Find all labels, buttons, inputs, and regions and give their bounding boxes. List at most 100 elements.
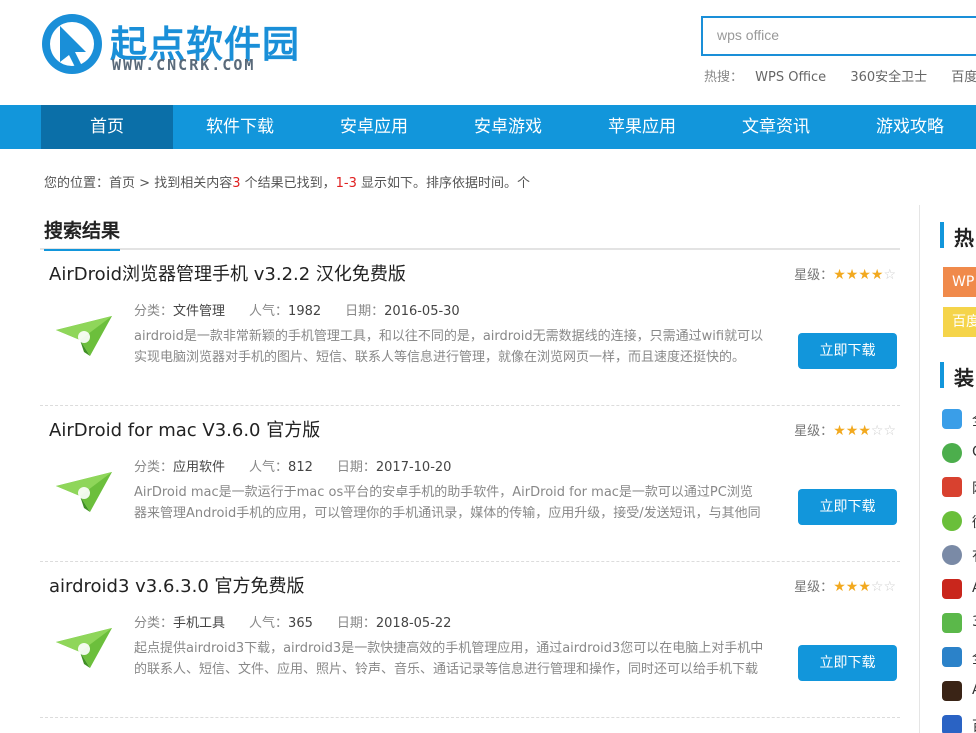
sidebar-hot-tag[interactable]: 百度 — [943, 307, 976, 337]
logo-cursor-icon — [42, 14, 102, 74]
star-filled-icon: ★ — [858, 423, 871, 439]
sidebar-app-item[interactable]: 全 — [942, 409, 976, 431]
sidebar-app-item[interactable]: 有 — [942, 545, 976, 567]
result-title-link[interactable]: AirDroid浏览器管理手机 v3.2.2 汉化免费版 — [49, 260, 406, 286]
breadcrumb-home-link[interactable]: 首页 — [109, 176, 135, 191]
breadcrumb-tail: 显示如下。排序依据时间。个 — [356, 176, 531, 191]
rating-label: 星级： — [794, 268, 834, 283]
star-filled-icon: ★ — [833, 579, 846, 595]
app-icon — [942, 545, 962, 565]
category-label: 分类： — [134, 460, 174, 475]
sidebar-app-label: A — [972, 580, 976, 596]
sidebar-hot-tag[interactable]: WP — [943, 267, 976, 297]
site-logo[interactable]: 起点软件园 WWW.CNCRK.COM — [40, 12, 330, 84]
sidebar-hot-title: 热 — [954, 226, 974, 250]
airdroid-app-icon[interactable] — [54, 310, 114, 358]
sidebar-app-label: 网 — [972, 478, 976, 498]
nav-item-android-games[interactable]: 安卓游戏 — [441, 105, 575, 149]
result-item: AirDroid浏览器管理手机 v3.2.2 汉化免费版 星级：★★★★☆ 分类… — [40, 250, 900, 406]
rating-label: 星级： — [794, 424, 834, 439]
search-box — [701, 16, 976, 56]
result-title-link[interactable]: AirDroid for mac V3.6.0 官方版 — [49, 416, 320, 442]
nav-item-apple-apps[interactable]: 苹果应用 — [575, 105, 709, 149]
star-filled-icon: ★ — [845, 579, 859, 595]
column-divider — [919, 205, 920, 733]
result-title-link[interactable]: airdroid3 v3.6.3.0 官方免费版 — [49, 572, 305, 598]
sidebar-app-label: 3 — [972, 614, 976, 630]
result-popularity: 365 — [288, 616, 313, 631]
app-icon — [942, 477, 962, 497]
sidebar-app-item[interactable]: 全 — [942, 647, 976, 669]
star-empty-icon: ☆ — [883, 267, 896, 283]
result-category-link[interactable]: 文件管理 — [173, 304, 225, 319]
sidebar-app-label: 有 — [972, 546, 976, 566]
results-header: 搜索结果 — [40, 212, 900, 251]
airdroid-app-icon[interactable] — [54, 466, 114, 514]
star-filled-icon: ★ — [845, 423, 859, 439]
nav-item-home[interactable]: 首页 — [41, 105, 173, 149]
category-label: 分类： — [134, 616, 174, 631]
result-popularity: 812 — [288, 460, 313, 475]
download-button[interactable]: 立即下载 — [798, 489, 897, 525]
result-description: 起点提供airdroid3下载，airdroid3是一款快捷高效的手机管理应用，… — [134, 641, 764, 677]
sidebar-app-item[interactable]: A — [942, 579, 976, 601]
breadcrumb-prefix: 您的位置： — [44, 176, 110, 191]
result-count: 3 — [232, 176, 241, 191]
sidebar-app-label: 全 — [972, 648, 976, 668]
sidebar-app-item[interactable]: C — [942, 443, 976, 465]
result-rating: 星级：★★★☆☆ — [794, 576, 896, 595]
sidebar-app-label: 全 — [972, 410, 976, 430]
date-label: 日期： — [336, 460, 376, 475]
app-icon — [942, 681, 962, 701]
breadcrumb: 您的位置：首页 > 找到相关内容3 个结果已找到，1-3 显示如下。排序依据时间… — [44, 172, 530, 191]
app-icon — [942, 443, 962, 463]
nav-item-android-apps[interactable]: 安卓应用 — [307, 105, 441, 149]
main-nav: 首页 软件下载 安卓应用 安卓游戏 苹果应用 文章资讯 游戏攻略 — [0, 105, 976, 149]
result-popularity: 1982 — [288, 304, 322, 319]
download-button[interactable]: 立即下载 — [798, 333, 897, 369]
sidebar: 热 WP 百度 装 全 C 网 微 有 A 3 全 A 百 — [940, 0, 976, 733]
sidebar-app-item[interactable]: 网 — [942, 477, 976, 499]
result-item: AirDroid for mac V3.6.0 官方版 星级：★★★☆☆ 分类：… — [40, 406, 900, 562]
app-icon — [942, 715, 962, 733]
sidebar-app-label: 微 — [972, 512, 976, 532]
popularity-label: 人气： — [249, 304, 289, 319]
popularity-label: 人气： — [249, 616, 289, 631]
result-category-link[interactable]: 手机工具 — [173, 616, 225, 631]
result-rating: 星级：★★★☆☆ — [794, 420, 896, 439]
star-empty-icon: ☆ — [883, 423, 896, 439]
sidebar-app-item[interactable]: A — [942, 681, 976, 703]
sidebar-app-item[interactable]: 3 — [942, 613, 976, 635]
result-category-link[interactable]: 应用软件 — [173, 460, 225, 475]
star-empty-icon: ☆ — [870, 579, 884, 595]
result-meta: 分类：应用软件 人气：812 日期：2017-10-20 — [134, 456, 451, 475]
star-rating: ★★★☆☆ — [833, 423, 896, 439]
nav-item-articles[interactable]: 文章资讯 — [709, 105, 843, 149]
search-input[interactable] — [703, 18, 967, 52]
popularity-label: 人气： — [249, 460, 289, 475]
star-empty-icon: ☆ — [883, 579, 896, 595]
star-filled-icon: ★ — [845, 267, 859, 283]
site-header: 起点软件园 WWW.CNCRK.COM 热搜： WPS Office 360安全… — [0, 0, 976, 105]
category-label: 分类： — [134, 304, 174, 319]
result-rating: 星级：★★★★☆ — [794, 264, 896, 283]
star-filled-icon: ★ — [833, 423, 846, 439]
breadcrumb-found-text: 找到相关内容 — [154, 176, 233, 191]
star-filled-icon: ★ — [858, 267, 871, 283]
star-rating: ★★★★☆ — [833, 267, 896, 283]
download-button[interactable]: 立即下载 — [798, 645, 897, 681]
sidebar-hot-header: 热 — [940, 222, 976, 250]
sidebar-app-item[interactable]: 微 — [942, 511, 976, 533]
result-description: AirDroid mac是一款运行于mac os平台的安卓手机的助手软件，Air… — [134, 485, 761, 521]
result-date: 2016-05-30 — [384, 304, 460, 319]
hot-search-link[interactable]: WPS Office — [755, 70, 826, 85]
sidebar-app-label: C — [972, 444, 976, 460]
nav-item-software[interactable]: 软件下载 — [173, 105, 307, 149]
app-icon — [942, 613, 962, 633]
airdroid-app-icon[interactable] — [54, 622, 114, 670]
app-icon — [942, 409, 962, 429]
hot-search-link[interactable]: 360安全卫士 — [850, 70, 927, 85]
sidebar-app-item[interactable]: 百 — [942, 715, 976, 733]
result-description: airdroid是一款非常新颖的手机管理工具，和以往不同的是，airdroid无… — [134, 329, 764, 365]
sidebar-app-label: 百 — [972, 716, 976, 733]
